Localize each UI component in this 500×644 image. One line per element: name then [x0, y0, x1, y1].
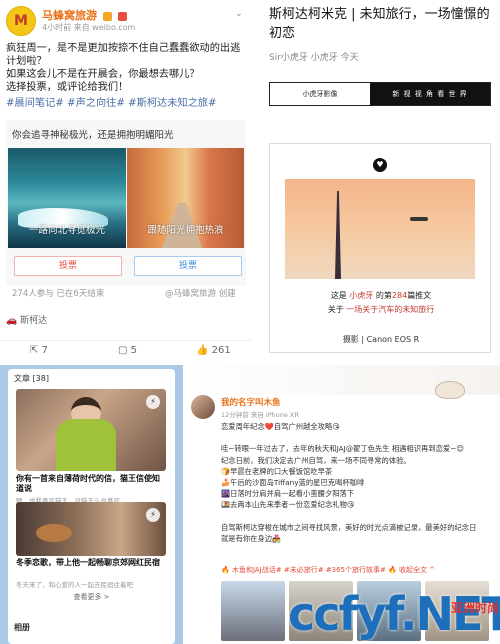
- poll-stats: 274人参与 已在6天结束: [12, 289, 105, 299]
- article-line-1: 这是 小虎牙 的第284篇推文: [330, 291, 432, 300]
- weibo-post-2: 我的名字叫木鱼 12分钟前 来自 iPhone XR 恋爱周年纪念❤️自驾广州越…: [183, 365, 500, 644]
- article-card: ♥ 这是 小虎牙 的第284篇推文 关于 一场关于汽车的未知旅行 摄影 | Ca…: [269, 143, 491, 353]
- poll-option-right-label: 跟随阳光拥抱热浪: [147, 225, 224, 236]
- post-line: [221, 432, 491, 443]
- article-title: 斯柯达柯米克 | 未知旅行，一场憧憬的初恋: [269, 7, 490, 41]
- portrait-shirt: [56, 419, 116, 471]
- vote-right-button[interactable]: 投票: [134, 256, 242, 276]
- photo-credit: 摄影 | Canon EOS R: [342, 335, 420, 344]
- post-line: 哇~转眼一年过去了，去年的秋天和JAJ@翟丁色先生 相遇相识再到恋爱~😊: [221, 444, 464, 454]
- action-bar: ⇱ 7 ▢ 5 👍 261: [0, 340, 251, 362]
- avatar[interactable]: [191, 395, 215, 419]
- article-line-2: 关于 一场关于汽车的未知旅行: [327, 305, 435, 314]
- author-name[interactable]: 我的名字叫木鱼: [221, 396, 281, 408]
- weibo-post: M 马蜂窝旅游 4小时前 来自 weibo.com ⌄ 疯狂周一，是不是更加按捺…: [0, 0, 251, 365]
- like-count: 261: [211, 345, 231, 356]
- chevron-down-icon[interactable]: ⌄: [235, 8, 243, 19]
- post-line: 自驾斯柯达穿梭在城市之间寻找风景，美好的时光点滴被记录，最美好的纪念日: [221, 522, 477, 532]
- poll-option-left-label: 一路向北寻觅极光: [28, 225, 105, 236]
- post-meta: 4小时前 来自 weibo.com: [42, 23, 136, 32]
- canton-tower-photo[interactable]: [285, 179, 475, 279]
- like-button[interactable]: 👍 261: [196, 345, 231, 356]
- list-item-sub-2: 冬天来了，和心爱的人一起去民宿住着吧: [16, 581, 133, 589]
- watermark-cn: 亚洲时尚: [451, 601, 500, 615]
- post-line: 🍞早晨在老牌的口大餐饭馆吃早茶: [221, 466, 333, 476]
- article-thumb-2[interactable]: ⚡: [16, 502, 166, 556]
- tower-shape: [335, 191, 341, 279]
- mobile-article-list: 文章 [38] ⚡ 你有一首来自薄荷时代的信，猫王信使知道说 嗯，说我喜欢猫王，…: [0, 365, 183, 644]
- list-header: 文章 [38]: [14, 374, 49, 383]
- post-hashtags[interactable]: #晨间笔记# #声之向往# #斯柯达未知之旅#: [6, 97, 246, 110]
- lightning-icon: ⚡: [146, 508, 160, 522]
- post-tags[interactable]: 🔥 木鱼和JAJ战话# #未必旅行# #365个旅行故事# 🔥 收起全文 ^: [221, 565, 491, 575]
- post-line: 🌆日落时分肩并肩一起看小蛮腰夕阳落下: [221, 489, 355, 499]
- post-line: 恋爱周年纪念❤️自驾广州越全攻略😘: [221, 422, 340, 431]
- post-line: 就是有你在身边👩‍❤️‍👨: [221, 534, 282, 544]
- car-icon: 🚗: [6, 316, 18, 326]
- post-meta: 12分钟前 来自 iPhone XR: [221, 411, 299, 419]
- vote-left-button[interactable]: 投票: [14, 256, 122, 276]
- lightning-icon: ⚡: [146, 395, 160, 409]
- post-line: 纪念日前，我们决定去广州自驾，来一场不同寻常的体验。: [221, 455, 411, 465]
- location-tag[interactable]: 🚗 斯柯达: [6, 313, 47, 326]
- comment-button[interactable]: ▢ 5: [118, 345, 137, 356]
- post-line: 🍱去两本山先来季者一份恋爱纪念礼物😘: [221, 500, 355, 510]
- share-icon: ⇱: [30, 345, 39, 356]
- share-count: 7: [41, 345, 48, 356]
- cat-illustration-icon: [435, 381, 465, 399]
- list-item-title-2[interactable]: 冬季恋歌，带上他一起畅聊京郊网红民宿: [16, 558, 166, 568]
- poll-source[interactable]: @马蜂窝旅游 创建: [165, 287, 236, 299]
- poll-card: 你会追寻神秘极光，还是拥抱明媚阳光 一路向北寻觅极光 跟随阳光拥抱热浪 投票 投…: [6, 120, 246, 286]
- comment-count: 5: [130, 345, 138, 356]
- street-image[interactable]: 跟随阳光拥抱热浪: [127, 148, 244, 248]
- post-image[interactable]: [221, 581, 285, 641]
- list-item-title-1[interactable]: 你有一首来自薄荷时代的信，猫王信使知道说: [16, 474, 166, 494]
- guitar-shape: [36, 524, 72, 542]
- banner-left: 小虎牙影像: [270, 83, 370, 105]
- article-panel: 斯柯达柯米克 | 未知旅行，一场憧憬的初恋 Sir小虎牙 小虎牙 今天 小虎牙影…: [251, 0, 500, 365]
- heart-icon: ♥: [373, 158, 387, 172]
- vip-badge-icon: [102, 11, 112, 21]
- post-line: [221, 511, 491, 522]
- article-banner: 小虎牙影像 新 视 视 角 看 世 界: [269, 82, 491, 106]
- airplane-shape: [410, 217, 428, 221]
- poll-title: 你会追寻神秘极光，还是拥抱明媚阳光: [12, 130, 174, 141]
- flag-badge-icon: [117, 11, 127, 21]
- post-text: 疯狂周一，是不是更加按捺不住自己蠢蠢欲动的出逃计划啦？ 如果这会儿不是在开晨会，…: [6, 43, 241, 93]
- album-header: 相册: [14, 623, 30, 632]
- thumbs-up-icon: 👍: [196, 345, 209, 356]
- see-more-link[interactable]: 查看更多 >: [8, 592, 175, 602]
- mobile-screen: 文章 [38] ⚡ 你有一首来自薄荷时代的信，猫王信使知道说 嗯，说我喜欢猫王，…: [8, 369, 175, 644]
- banner-right: 新 视 视 角 看 世 界: [370, 83, 490, 105]
- aurora-image[interactable]: 一路向北寻觅极光: [8, 148, 126, 248]
- article-thumb-1[interactable]: ⚡: [16, 389, 166, 471]
- post-line: 🍰午后的沙面岛Tiffany蓝的星巴克喝杯咖啡: [221, 478, 365, 488]
- article-meta[interactable]: Sir小虎牙 小虎牙 今天: [269, 50, 359, 63]
- account-name[interactable]: 马蜂窝旅游: [42, 9, 97, 22]
- share-button[interactable]: ⇱ 7: [30, 345, 48, 356]
- mafengwo-logo-icon[interactable]: M: [6, 6, 36, 36]
- comment-icon: ▢: [118, 345, 128, 356]
- post-body: 恋爱周年纪念❤️自驾广州越全攻略😘 哇~转眼一年过去了，去年的秋天和JAJ@翟丁…: [221, 421, 491, 544]
- location-label: 斯柯达: [20, 316, 48, 326]
